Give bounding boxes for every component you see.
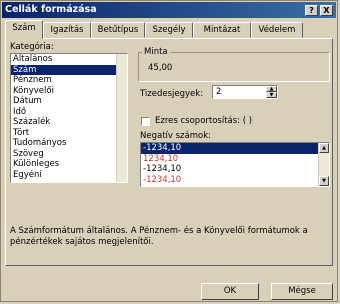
tab-strip: Szám Igazítás Betűtípus Szegély Mintázat… xyxy=(5,20,335,39)
tab-font[interactable]: Betűtípus xyxy=(91,22,145,38)
category-item[interactable]: Dátum xyxy=(11,96,127,107)
spin-down-button[interactable]: ▼ xyxy=(266,92,277,98)
category-item[interactable]: Különleges xyxy=(11,159,127,170)
category-scrollbar[interactable] xyxy=(116,54,127,182)
category-item[interactable]: Általános xyxy=(11,54,127,65)
tab-protection[interactable]: Védelem xyxy=(251,22,303,38)
close-button[interactable]: X xyxy=(320,5,333,16)
window-title: Cellák formázása xyxy=(5,4,97,15)
scroll-up-icon[interactable]: ▲ xyxy=(319,143,329,153)
tab-pattern[interactable]: Mintázat xyxy=(193,22,251,38)
category-item[interactable]: Szöveg xyxy=(11,149,127,160)
category-item[interactable]: Szám xyxy=(11,64,127,75)
category-listbox[interactable]: Általános Szám Pénznem Könyvelői Dátum Idő Szá… xyxy=(10,53,128,183)
category-item[interactable]: Idő xyxy=(11,107,127,118)
negative-format-item[interactable]: -1234,10 xyxy=(141,164,329,175)
category-item[interactable]: Pénznem xyxy=(11,75,127,86)
thousands-checkbox[interactable] xyxy=(141,117,150,126)
negatives-scrollbar[interactable]: ▲ ▼ xyxy=(318,143,329,186)
category-item[interactable]: Tört xyxy=(11,128,127,139)
decimals-value: 2 xyxy=(216,87,222,97)
category-item[interactable]: Könyvelői xyxy=(11,86,127,97)
title-bar: Cellák formázása ? X xyxy=(2,2,336,18)
negatives-listbox[interactable]: -1234,10 1234,10 -1234,10 -1234,10 ▲ ▼ xyxy=(140,142,330,187)
help-button[interactable]: ? xyxy=(305,5,318,16)
tab-border[interactable]: Szegély xyxy=(145,22,193,38)
description-text: A Számformátum általános. A Pénznem- és … xyxy=(10,226,308,247)
format-cells-dialog: Cellák formázása ? X Szám Igazítás Betűt… xyxy=(0,0,338,302)
tab-alignment[interactable]: Igazítás xyxy=(43,22,91,38)
ok-button[interactable]: OK xyxy=(201,283,259,300)
sample-value: 45,00 xyxy=(148,63,173,73)
category-item[interactable]: Százalék xyxy=(11,117,127,128)
negatives-label: Negatív számok: xyxy=(140,131,211,141)
decimals-spinner[interactable]: 2 ▲ ▼ xyxy=(212,85,278,99)
category-item[interactable]: Egyéni xyxy=(11,170,127,181)
thousands-label: Ezres csoportosítás: ( ) xyxy=(155,116,253,126)
number-tab-panel: Kategória: Általános Szám Pénznem Könyvelői… xyxy=(5,38,333,266)
scroll-down-icon[interactable]: ▼ xyxy=(319,176,329,186)
sample-label: Minta xyxy=(142,47,170,57)
tab-number[interactable]: Szám xyxy=(5,20,43,39)
negative-format-item[interactable]: -1234,10 xyxy=(141,175,329,186)
category-label: Kategória: xyxy=(10,42,54,52)
negative-format-item[interactable]: -1234,10 xyxy=(141,143,329,154)
cancel-button[interactable]: Mégse xyxy=(271,283,333,300)
category-item[interactable]: Tudományos xyxy=(11,138,127,149)
decimals-label: Tizedesjegyek: xyxy=(140,89,204,99)
negative-format-item[interactable]: 1234,10 xyxy=(141,154,329,165)
